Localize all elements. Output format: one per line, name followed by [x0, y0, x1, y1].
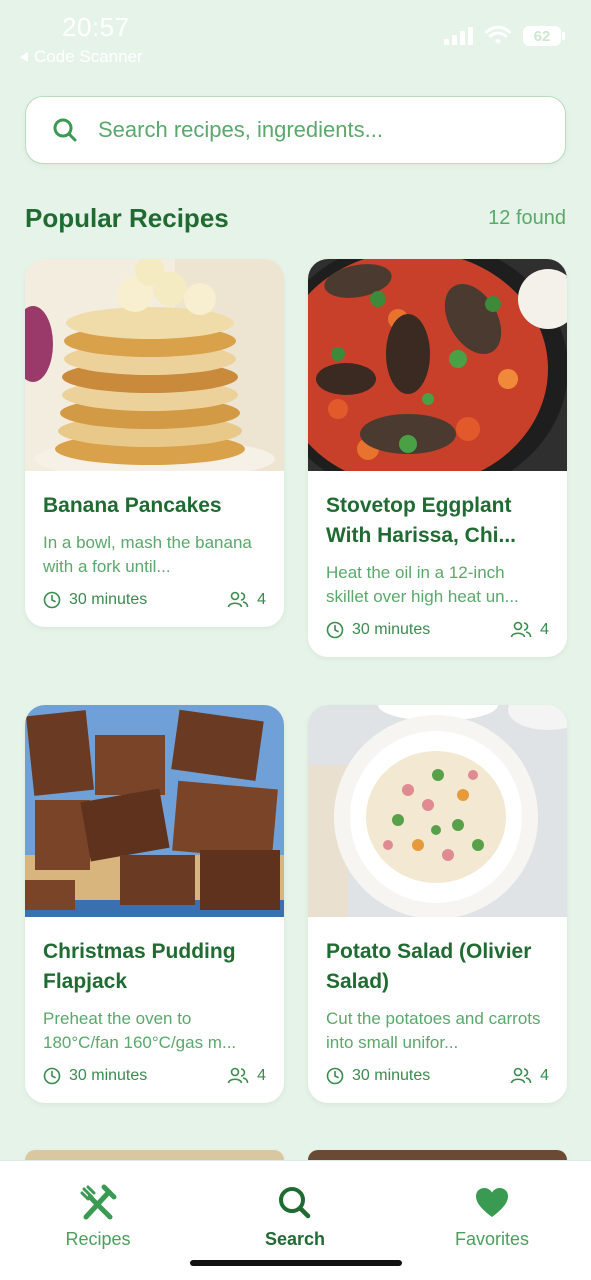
search-input[interactable] [98, 117, 518, 143]
section-title: Popular Recipes [25, 203, 229, 233]
cellular-signal-icon [444, 27, 473, 45]
people-icon [227, 591, 249, 608]
recipe-description: In a bowl, mash the banana with a fork u… [43, 533, 252, 576]
tab-label: Favorites [454, 1229, 530, 1249]
recipe-description: Preheat the oven to 180°C/fan 160°C/gas … [43, 1009, 237, 1052]
wifi-icon [485, 26, 511, 44]
people-icon [227, 1067, 249, 1084]
status-time: 20:57 [62, 12, 130, 42]
recipe-title: Christmas Pudding Flapjack [43, 940, 236, 993]
recipe-time: 30 minutes [352, 1067, 431, 1084]
tab-recipes[interactable]: Recipes [28, 1183, 168, 1250]
tab-label: Recipes [65, 1229, 131, 1249]
search-icon [53, 118, 77, 142]
back-to-app-link[interactable]: Code Scanner [20, 47, 143, 67]
results-count: 12 found [488, 207, 566, 229]
tab-label: Search [264, 1229, 326, 1249]
status-icons: 62 [444, 26, 565, 46]
recipe-servings: 4 [540, 1067, 549, 1084]
battery-icon: 62 [523, 26, 565, 46]
status-bar: 20:57 Code Scanner 62 [0, 0, 591, 80]
recipe-title: Stovetop Eggplant With Harissa, Chi... [326, 494, 517, 547]
people-icon [510, 621, 532, 638]
recipe-card[interactable]: Christmas Pudding Flapjack Preheat the o… [25, 705, 284, 1103]
recipe-card[interactable]: Banana Pancakes In a bowl, mash the bana… [25, 259, 284, 627]
clock-icon [326, 621, 344, 639]
recipe-image [308, 705, 567, 917]
recipe-card[interactable]: Stovetop Eggplant With Harissa, Chi... H… [308, 259, 567, 657]
recipe-servings: 4 [540, 621, 549, 638]
tab-search[interactable]: Search [225, 1183, 365, 1250]
recipe-image [308, 259, 567, 471]
search-bar[interactable] [25, 96, 566, 164]
recipe-time: 30 minutes [69, 1067, 148, 1084]
recipe-description: Heat the oil in a 12-inch skillet over h… [326, 563, 519, 606]
back-app-label: Code Scanner [34, 47, 143, 66]
recipe-servings: 4 [257, 1067, 266, 1084]
heart-icon [476, 1188, 508, 1217]
recipe-time: 30 minutes [352, 621, 431, 638]
tab-favorites[interactable]: Favorites [422, 1183, 562, 1250]
search-icon [279, 1187, 311, 1219]
recipe-meta: 30 minutes 4 [43, 591, 266, 609]
fork-knife-icon [80, 1184, 117, 1220]
recipe-description: Cut the potatoes and carrots into small … [326, 1009, 541, 1052]
clock-icon [326, 1067, 344, 1085]
clock-icon [43, 1067, 61, 1085]
clock-icon [43, 591, 61, 609]
recipe-meta: 30 minutes 4 [326, 621, 549, 639]
recipe-meta: 30 minutes 4 [43, 1067, 266, 1085]
recipe-image [25, 259, 284, 471]
recipe-time: 30 minutes [69, 591, 148, 608]
back-arrow-icon [20, 52, 28, 62]
recipe-card[interactable]: Potato Salad (Olivier Salad) Cut the pot… [308, 705, 567, 1103]
recipe-meta: 30 minutes 4 [326, 1067, 549, 1085]
recipe-title: Banana Pancakes [43, 494, 222, 517]
people-icon [510, 1067, 532, 1084]
recipe-image [25, 705, 284, 917]
recipe-servings: 4 [257, 591, 266, 608]
home-indicator [190, 1260, 402, 1266]
recipe-title: Potato Salad (Olivier Salad) [326, 940, 532, 993]
